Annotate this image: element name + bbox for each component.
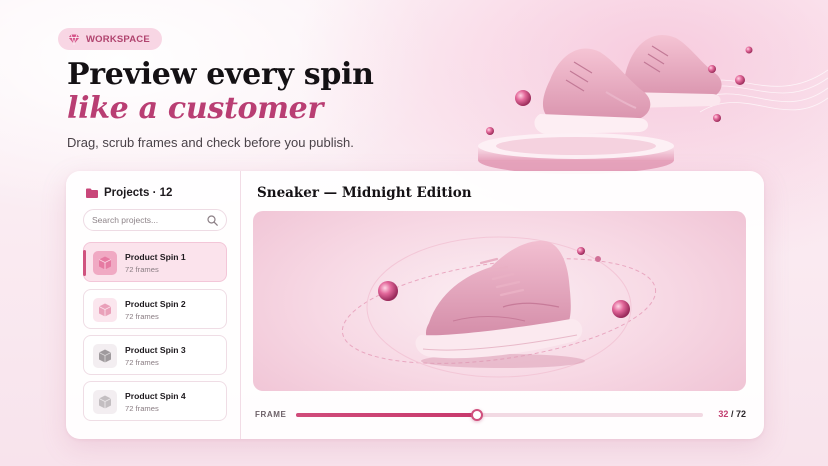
frame-total: 72 — [735, 409, 746, 419]
cube-icon — [98, 303, 112, 317]
hero-subtitle: Drag, scrub frames and check before you … — [67, 135, 354, 150]
frame-scrubber[interactable] — [296, 409, 703, 421]
project-thumbnail — [93, 251, 117, 275]
project-item-name: Product Spin 2 — [125, 299, 186, 309]
project-thumbnail — [93, 344, 117, 368]
frame-current: 32 — [718, 409, 729, 419]
project-item-frames: 72 frames — [125, 358, 159, 367]
project-item-frames: 72 frames — [125, 265, 159, 274]
search-icon[interactable] — [207, 215, 218, 226]
search-box[interactable] — [83, 209, 227, 231]
project-item-2[interactable]: Product Spin 2 72 frames — [83, 289, 227, 329]
project-item-3[interactable]: Product Spin 3 72 frames — [83, 335, 227, 375]
project-item-name: Product Spin 4 — [125, 391, 186, 401]
frame-scrubber-handle[interactable] — [470, 409, 483, 421]
spin-viewer[interactable] — [253, 211, 746, 391]
project-thumbnail — [93, 298, 117, 322]
cube-icon — [98, 256, 112, 270]
project-item-4[interactable]: Product Spin 4 72 frames — [83, 381, 227, 421]
cube-icon — [98, 395, 112, 409]
panel-divider — [240, 171, 241, 439]
project-item-frames: 72 frames — [125, 312, 159, 321]
project-item-frames: 72 frames — [125, 404, 159, 413]
hero-sneaker-pair-image — [478, 34, 828, 174]
viewer-title: Sneaker — Midnight Edition — [257, 185, 472, 201]
hero-title: Preview every spin — [67, 57, 374, 92]
frame-scrubber-fill — [296, 413, 477, 417]
frame-separator: / — [730, 409, 734, 419]
project-item-name: Product Spin 3 — [125, 345, 186, 355]
frame-counter: 32 / 72 — [718, 409, 746, 419]
hero-title-accent: like a customer — [67, 91, 323, 126]
projects-header-label: Projects · 12 — [104, 187, 173, 199]
projects-sidebar: Projects · 12 Product Spin 1 72 frames — [66, 171, 240, 439]
sneaker-preview-image[interactable] — [253, 211, 746, 391]
workspace-badge: WORKSPACE — [58, 28, 162, 50]
cube-icon — [98, 349, 112, 363]
frame-label: FRAME — [255, 410, 287, 419]
workspace-badge-label: WORKSPACE — [86, 33, 150, 45]
project-item-name: Product Spin 1 — [125, 252, 186, 262]
preview-card: Projects · 12 Product Spin 1 72 frames — [66, 171, 764, 439]
folder-icon — [86, 188, 98, 198]
projects-header: Projects · 12 — [86, 187, 172, 199]
project-thumbnail — [93, 390, 117, 414]
search-input[interactable] — [92, 215, 202, 225]
project-item-1[interactable]: Product Spin 1 72 frames — [83, 242, 227, 282]
gem-icon — [68, 34, 80, 45]
